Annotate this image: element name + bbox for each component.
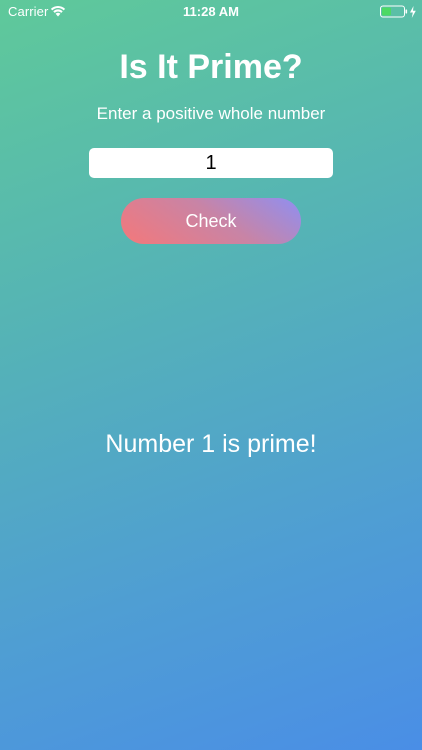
instruction-label: Enter a positive whole number: [96, 104, 326, 123]
status-time: 11:28 AM: [183, 4, 239, 19]
app-screen: Carrier 11:28 AM Is It Prime? Enter a po…: [0, 0, 422, 750]
page-title: Is It Prime?: [119, 48, 303, 86]
check-button[interactable]: Check: [121, 198, 301, 244]
result-label: Number 1 is prime!: [105, 430, 317, 458]
battery-charging-icon: [380, 5, 420, 19]
number-input[interactable]: [89, 148, 333, 178]
status-bar: Carrier 11:28 AM: [0, 0, 422, 22]
